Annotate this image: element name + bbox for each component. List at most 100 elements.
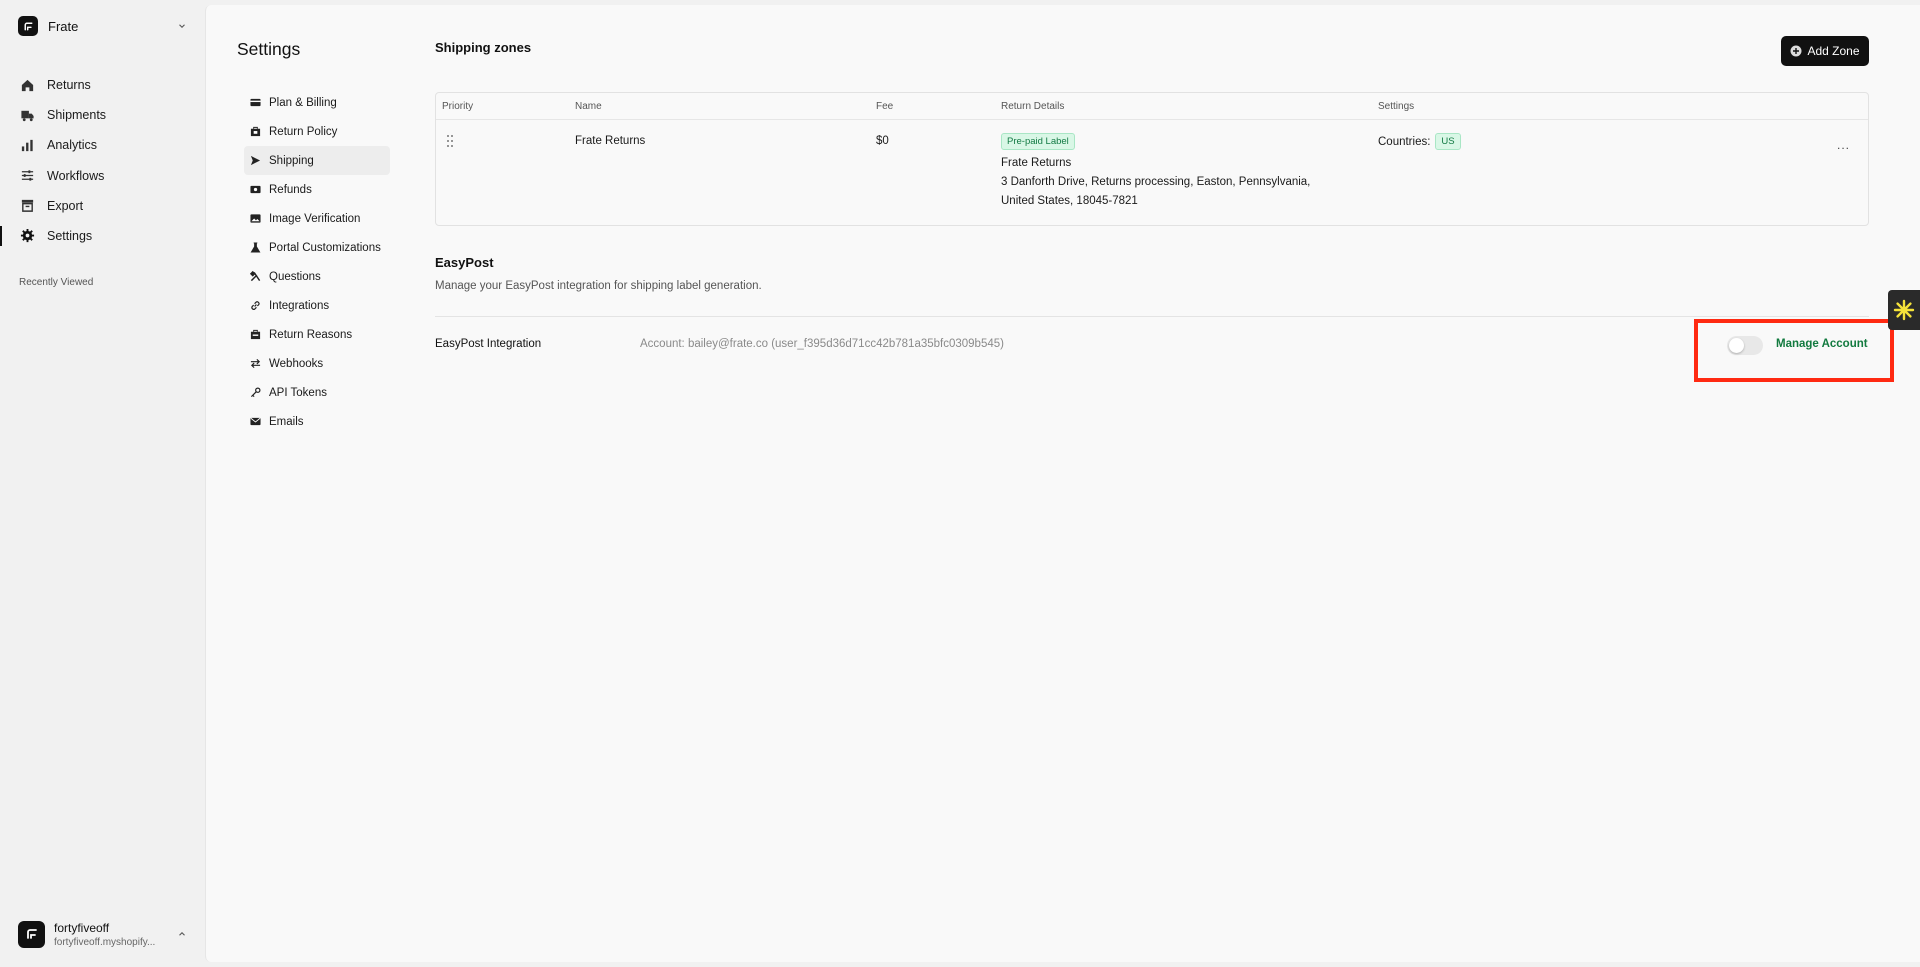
easypost-account-info: Account: bailey@frate.co (user_f395d36d7… [640,338,1004,350]
settings-item-api-tokens[interactable]: API Tokens [244,378,390,407]
address-line-1: 3 Danforth Drive, Returns processing, Ea… [1001,176,1311,188]
easypost-heading: EasyPost [435,255,494,270]
drag-handle-icon[interactable] [445,134,455,148]
settings-item-image-verification[interactable]: Image Verification [244,204,390,233]
settings-item-label: Shipping [269,154,314,167]
settings-item-label: Portal Customizations [269,241,381,254]
table-row[interactable]: Frate Returns $0 Pre-paid Label Frate Re… [436,120,1868,225]
extension-tab[interactable] [1888,290,1920,330]
shipments-icon [21,110,34,121]
mail-icon [250,417,261,426]
tools-icon [250,271,261,282]
refund-icon [250,185,261,194]
nav-item-label: Settings [47,228,93,243]
image-icon [250,214,261,223]
recently-viewed-heading: Recently Viewed [19,277,94,288]
bar-chart-icon [21,139,33,151]
main-nav: Returns Shipments Analytics Workflows Ex… [0,70,192,251]
chevron-up-icon [176,928,188,940]
flask-icon [250,242,261,253]
store-domain: fortyfiveoff.myshopify... [54,936,156,948]
settings-item-label: Webhooks [269,357,324,370]
easypost-description: Manage your EasyPost integration for shi… [435,280,762,292]
store-switcher[interactable]: fortyfiveoff fortyfiveoff.myshopify... [18,918,188,950]
settings-item-label: Emails [269,415,304,428]
prepaid-label-badge: Pre-paid Label [1001,133,1075,150]
workspace-name: Frate [48,18,79,34]
asterisk-icon [1893,299,1915,321]
zone-settings: Countries: US [1378,133,1461,150]
nav-item-label: Analytics [47,138,98,153]
nav-item-returns[interactable]: Returns [12,70,192,100]
store-logo-icon [18,920,45,948]
send-icon [250,155,261,166]
nav-item-settings[interactable]: Settings [0,221,192,251]
swap-icon [250,358,261,369]
settings-item-emails[interactable]: Emails [244,407,390,436]
column-header-name: Name [575,101,602,112]
settings-item-return-reasons[interactable]: Return Reasons [244,320,390,349]
settings-item-shipping[interactable]: Shipping [244,146,390,175]
settings-item-label: Image Verification [269,212,361,225]
nav-item-export[interactable]: Export [12,191,192,221]
home-icon [21,79,34,91]
settings-item-label: Integrations [269,299,330,312]
credit-card-icon [250,98,261,107]
policy-icon [250,126,261,137]
reasons-icon [250,329,261,340]
nav-item-workflows[interactable]: Workflows [12,161,192,191]
settings-item-plan-billing[interactable]: Plan & Billing [244,88,390,117]
toggle-knob [1729,338,1744,353]
settings-item-portal-customizations[interactable]: Portal Customizations [244,233,390,262]
nav-item-label: Workflows [47,168,105,183]
settings-item-label: Refunds [269,183,312,196]
settings-item-label: Return Reasons [269,328,353,341]
chevron-down-icon [176,20,188,32]
nav-item-label: Returns [47,78,91,92]
return-details: Pre-paid Label Frate Returns 3 Danforth … [1001,133,1341,211]
nav-item-analytics[interactable]: Analytics [12,130,192,160]
key-icon [250,387,261,398]
store-name: fortyfiveoff [54,920,110,935]
table-header: Priority Name Fee Return Details Setting… [436,93,1868,120]
nav-item-shipments[interactable]: Shipments [12,100,192,130]
workspace-switcher[interactable]: Frate [18,15,188,37]
column-header-return-details: Return Details [1001,101,1065,112]
shipping-zones-table: Priority Name Fee Return Details Setting… [435,92,1869,226]
easypost-integration-toggle[interactable] [1727,336,1763,355]
settings-item-webhooks[interactable]: Webhooks [244,349,390,378]
page-title: Settings [237,39,301,59]
app-sidebar: Frate Returns Shipments Analytics Workfl… [0,0,204,967]
settings-item-label: Return Policy [269,125,338,138]
divider [435,316,1869,317]
column-header-fee: Fee [876,101,894,112]
column-header-priority: Priority [442,101,474,112]
zone-fee: $0 [876,135,889,147]
address-line-2: United States, 18045-7821 [1001,195,1138,207]
zone-name: Frate Returns [575,135,646,147]
link-icon [251,301,260,310]
nav-item-label: Shipments [47,108,107,123]
settings-item-label: API Tokens [269,386,327,399]
settings-item-label: Questions [269,270,321,283]
settings-item-questions[interactable]: Questions [244,262,390,291]
return-details-name: Frate Returns [1001,157,1072,169]
shipping-zones-heading: Shipping zones [435,40,532,55]
easypost-integration-label: EasyPost Integration [435,338,542,350]
settings-item-return-policy[interactable]: Return Policy [244,117,390,146]
countries-label: Countries: [1378,135,1431,148]
settings-item-integrations[interactable]: Integrations [244,291,390,320]
row-more-button[interactable]: ... [1837,138,1850,152]
gear-icon [20,229,35,243]
manage-account-link[interactable]: Manage Account [1776,338,1868,350]
add-zone-label: Add Zone [1807,44,1860,58]
sliders-icon [21,170,34,181]
settings-nav: Plan & Billing Return Policy Shipping Re… [244,88,390,436]
plus-circle-icon [1790,45,1802,57]
nav-item-label: Export [47,198,84,213]
settings-item-refunds[interactable]: Refunds [244,175,390,204]
archive-icon [21,200,34,213]
column-header-settings: Settings [1378,101,1415,112]
add-zone-button[interactable]: Add Zone [1781,36,1869,66]
frate-logo-icon [18,16,38,36]
